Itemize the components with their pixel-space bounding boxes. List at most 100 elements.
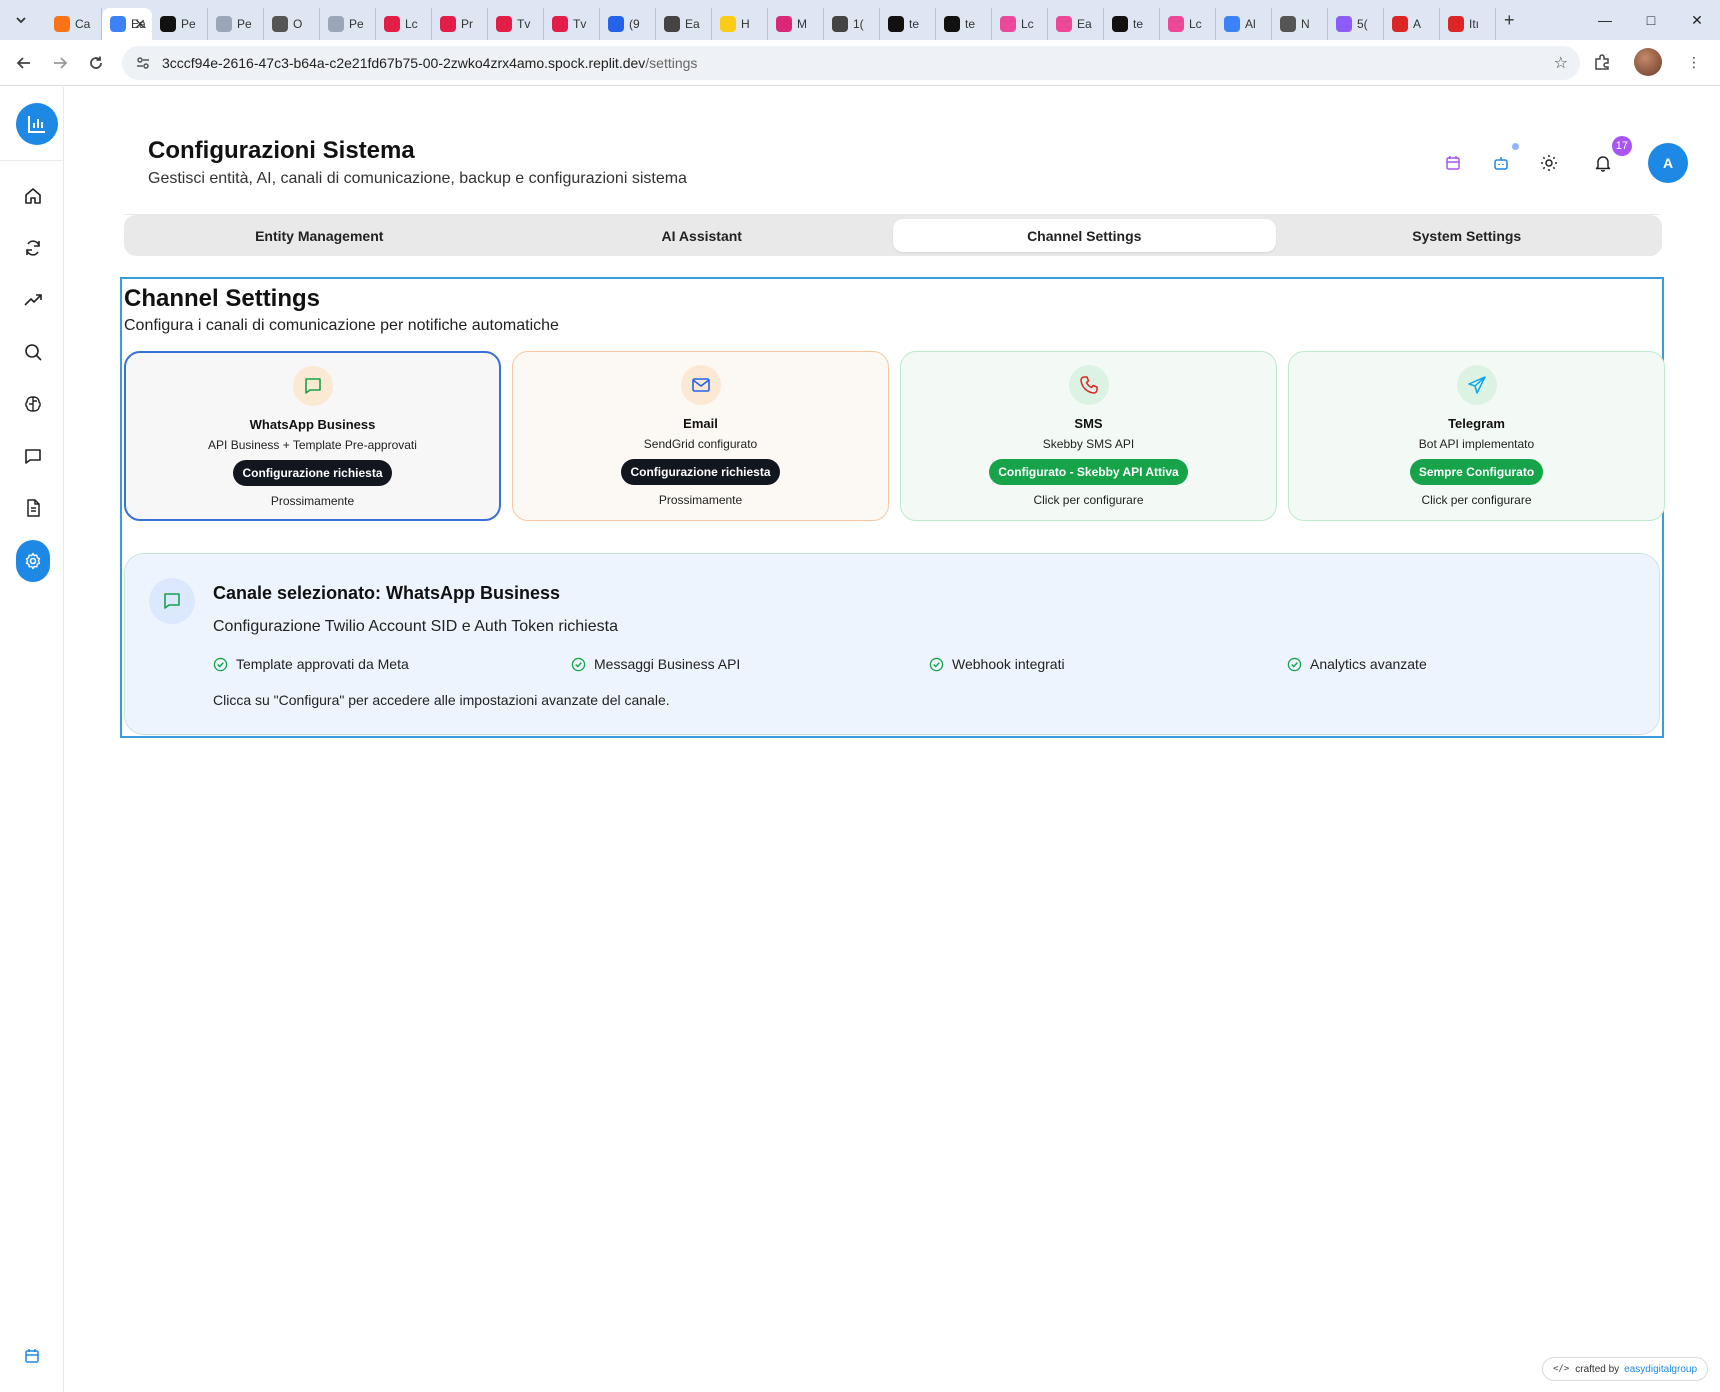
browser-menu-icon[interactable]: ⋮ (1680, 48, 1708, 76)
code-icon: </> (1552, 1364, 1570, 1374)
channel-card-telegram[interactable]: Telegram Bot API implementato Sempre Con… (1288, 351, 1665, 521)
bar-chart-icon (28, 116, 45, 133)
reload-icon (90, 56, 102, 69)
feature-label: Webhook integrati (952, 656, 1065, 672)
tab-label: Itı (1469, 17, 1480, 31)
sidebar-item-sync[interactable] (17, 232, 49, 264)
gear-icon (25, 552, 41, 570)
browser-tab[interactable]: Pe (320, 8, 376, 40)
tab-label: Ea (685, 17, 700, 31)
browser-tab[interactable]: te (1104, 8, 1160, 40)
browser-tab[interactable]: Ea (1048, 8, 1104, 40)
browser-tab[interactable]: Ea ✕ (102, 8, 152, 40)
channel-settings-panel: Channel Settings Configura i canali di c… (120, 277, 1665, 738)
browser-tab[interactable]: Ca (46, 8, 102, 40)
browser-tab[interactable]: 1( (824, 8, 880, 40)
theme-toggle-button[interactable] (1536, 150, 1562, 176)
message-square-icon (149, 578, 195, 624)
tab-favicon-icon (384, 16, 400, 32)
tab-favicon-icon (1280, 16, 1296, 32)
browser-tab[interactable]: Itı (1440, 8, 1496, 40)
browser-tab[interactable]: (9 (600, 8, 656, 40)
panel-title: Channel Settings (124, 285, 321, 312)
browser-tab[interactable]: Pr (432, 8, 488, 40)
file-text-icon (27, 499, 40, 517)
browser-tab[interactable]: N (1272, 8, 1328, 40)
tab-channel-settings[interactable]: Channel Settings (893, 219, 1276, 252)
browser-address-bar: 3cccf94e-2616-47c3-b64a-c2e21fd67b75-00-… (0, 40, 1720, 86)
tab-favicon-icon (54, 16, 70, 32)
tab-ai-assistant[interactable]: AI Assistant (511, 219, 894, 252)
browser-tab[interactable]: H (712, 8, 768, 40)
maximize-button[interactable]: □ (1628, 0, 1674, 40)
tab-system-settings[interactable]: System Settings (1276, 219, 1659, 252)
site-info-icon[interactable] (134, 54, 152, 72)
feature-list: Template approvati da Meta Messaggi Busi… (213, 656, 1653, 672)
sidebar-item-documents[interactable] (17, 492, 49, 524)
browser-tab[interactable]: Al (1216, 8, 1272, 40)
sidebar-item-search[interactable] (17, 336, 49, 368)
browser-tab[interactable]: O (264, 8, 320, 40)
channel-card-sms[interactable]: SMS Skebby SMS API Configurato - Skebby … (900, 351, 1277, 521)
browser-tab[interactable]: Tv (488, 8, 544, 40)
browser-tab[interactable]: A (1384, 8, 1440, 40)
browser-tab[interactable]: Lc (376, 8, 432, 40)
tab-favicon-icon (1168, 16, 1184, 32)
minimize-button[interactable]: — (1582, 0, 1628, 40)
tab-search-button[interactable] (6, 5, 36, 35)
browser-tab[interactable]: Pe (152, 8, 208, 40)
forward-button[interactable] (42, 45, 78, 81)
phone-icon (1068, 365, 1109, 405)
profile-avatar[interactable] (1634, 48, 1662, 76)
feature-item: Analytics avanzate (1287, 656, 1645, 672)
feature-label: Template approvati da Meta (236, 656, 409, 672)
extensions-icon[interactable] (1588, 48, 1616, 76)
browser-tab[interactable]: Lc (992, 8, 1048, 40)
back-button[interactable] (6, 45, 42, 81)
sun-icon (1541, 155, 1557, 171)
sidebar-item-messages[interactable] (17, 440, 49, 472)
bot-button[interactable] (1488, 143, 1519, 176)
browser-tab[interactable]: Tv (544, 8, 600, 40)
refresh-icon (26, 240, 40, 256)
browser-tab[interactable]: te (880, 8, 936, 40)
sidebar-item-settings[interactable] (16, 540, 50, 582)
sidebar-calendar-button[interactable] (24, 1348, 42, 1366)
settings-tabs: Entity Management AI Assistant Channel S… (124, 215, 1662, 256)
browser-tab[interactable]: 5( (1328, 8, 1384, 40)
app-logo[interactable] (16, 103, 58, 145)
sidebar-item-home[interactable] (17, 180, 49, 212)
tab-favicon-icon (1224, 16, 1240, 32)
user-avatar[interactable]: A (1648, 143, 1688, 183)
tab-favicon-icon (496, 16, 512, 32)
sidebar-item-ai[interactable] (17, 388, 49, 420)
search-icon (25, 344, 42, 361)
new-tab-button[interactable]: + (1504, 10, 1532, 31)
close-window-button[interactable]: ✕ (1674, 0, 1720, 40)
app-root: Configurazioni Sistema Gestisci entità, … (0, 87, 1720, 1392)
reload-button[interactable] (78, 45, 114, 81)
browser-tab[interactable]: Pe (208, 8, 264, 40)
selected-channel-title: Canale selezionato: WhatsApp Business (213, 583, 561, 603)
selected-channel-desc: Configurazione Twilio Account SID e Auth… (213, 618, 618, 635)
crafted-by-badge[interactable]: </> crafted by easydigitalgroup (1541, 1357, 1708, 1381)
tab-label: Ca (75, 17, 91, 31)
bookmark-star-icon[interactable]: ☆ (1554, 53, 1568, 73)
browser-tab[interactable]: Ea (656, 8, 712, 40)
notifications-button[interactable]: 17 (1590, 136, 1632, 176)
browser-tab[interactable]: te (936, 8, 992, 40)
channel-card-email[interactable]: Email SendGrid configurato Configurazion… (512, 351, 889, 521)
sidebar-item-trends[interactable] (17, 284, 49, 316)
browser-tab[interactable]: M (768, 8, 824, 40)
close-tab-icon[interactable]: ✕ (134, 16, 146, 33)
calendar-button[interactable] (1440, 150, 1466, 176)
browser-tab[interactable]: Lc (1160, 8, 1216, 40)
tab-favicon-icon (110, 16, 126, 32)
url-input[interactable]: 3cccf94e-2616-47c3-b64a-c2e21fd67b75-00-… (122, 46, 1580, 80)
message-square-icon (25, 449, 41, 464)
feature-item: Messaggi Business API (571, 656, 929, 672)
tab-label: 1( (853, 17, 864, 31)
tab-entity-management[interactable]: Entity Management (128, 219, 511, 252)
tab-favicon-icon (1000, 16, 1016, 32)
channel-card-whatsapp[interactable]: WhatsApp Business API Business + Templat… (124, 351, 501, 521)
